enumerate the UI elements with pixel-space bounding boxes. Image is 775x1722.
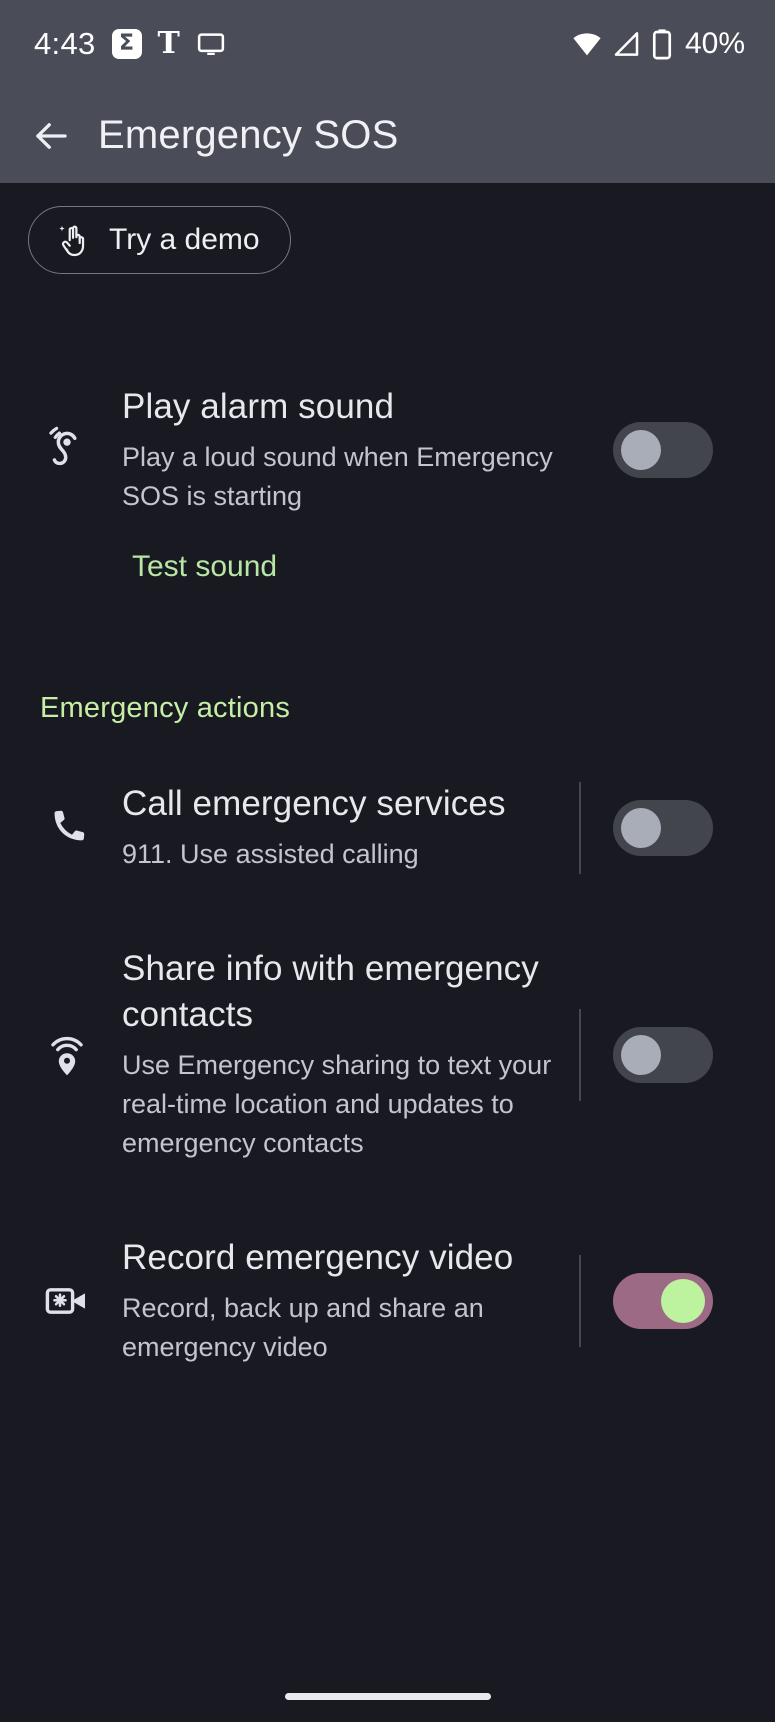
- wifi-icon: [571, 28, 603, 60]
- play-alarm-sound-toggle[interactable]: [613, 422, 713, 478]
- record-emergency-video-title: Record emergency video: [122, 1238, 514, 1277]
- phone-screen: 4:43 Σ T 40% Emergency SOS Try a demo Pl…: [0, 0, 775, 1722]
- share-info-subtitle: Use Emergency sharing to text your real-…: [122, 1050, 552, 1158]
- home-indicator[interactable]: [284, 1693, 491, 1700]
- battery-icon: [651, 28, 673, 60]
- row-divider: [579, 1008, 581, 1101]
- call-emergency-services-toggle[interactable]: [613, 799, 713, 856]
- toggle-knob: [661, 1279, 705, 1323]
- share-info-row[interactable]: Share info with emergency contacts Use E…: [0, 946, 775, 1163]
- toggle-knob: [621, 430, 661, 470]
- back-arrow-icon[interactable]: [30, 115, 72, 157]
- play-alarm-sound-control: [579, 384, 747, 516]
- call-emergency-services-subtitle: 911. Use assisted calling: [122, 839, 419, 869]
- settings-content: Try a demo Play alarm sound Play a loud …: [0, 183, 775, 1722]
- call-emergency-services-control: [579, 781, 747, 874]
- cellular-signal-icon: [612, 29, 642, 59]
- test-sound-link[interactable]: Test sound: [132, 550, 277, 583]
- call-emergency-services-title: Call emergency services: [122, 784, 506, 823]
- sigma-app-icon: Σ: [111, 29, 142, 59]
- toggle-knob: [621, 807, 661, 848]
- call-emergency-services-text: Call emergency services 911. Use assiste…: [98, 781, 579, 874]
- record-emergency-video-row[interactable]: Record emergency video Record, back up a…: [0, 1235, 775, 1367]
- share-info-toggle[interactable]: [613, 1026, 713, 1083]
- record-emergency-video-subtitle: Record, back up and share an emergency v…: [122, 1293, 484, 1362]
- battery-percent-label: 40%: [684, 27, 745, 60]
- cast-screen-icon: [196, 29, 226, 59]
- emergency-actions-section-header: Emergency actions: [40, 692, 291, 724]
- play-alarm-sound-text: Play alarm sound Play a loud sound when …: [98, 384, 579, 516]
- test-sound-row: Test sound: [0, 550, 775, 584]
- play-alarm-sound-row[interactable]: Play alarm sound Play a loud sound when …: [0, 384, 775, 516]
- record-emergency-video-control: [579, 1235, 747, 1367]
- emergency-video-camera-icon: [36, 1277, 98, 1325]
- location-broadcast-pin-icon: [36, 1031, 98, 1079]
- play-alarm-sound-title: Play alarm sound: [122, 387, 395, 426]
- page-title: Emergency SOS: [98, 113, 399, 157]
- try-demo-button[interactable]: Try a demo: [28, 206, 291, 274]
- share-info-control: [579, 946, 747, 1163]
- try-demo-row: Try a demo: [0, 183, 775, 274]
- status-bar-right: 40%: [571, 27, 745, 61]
- row-divider: [579, 781, 581, 874]
- magic-hand-gesture-icon: [55, 221, 93, 259]
- record-emergency-video-text: Record emergency video Record, back up a…: [98, 1235, 579, 1367]
- play-alarm-sound-subtitle: Play a loud sound when Emergency SOS is …: [122, 442, 553, 511]
- try-demo-label: Try a demo: [109, 223, 260, 256]
- status-bar: 4:43 Σ T 40%: [0, 0, 775, 88]
- nyt-app-icon: T: [157, 26, 180, 61]
- phone-call-icon: [36, 805, 98, 851]
- share-info-text: Share info with emergency contacts Use E…: [98, 946, 579, 1163]
- app-bar: Emergency SOS: [0, 88, 775, 183]
- record-emergency-video-toggle[interactable]: [613, 1273, 713, 1329]
- hearing-sound-icon: [36, 424, 98, 476]
- row-divider: [579, 1255, 581, 1347]
- toggle-knob: [621, 1034, 661, 1075]
- status-bar-clock: 4:43: [34, 26, 96, 61]
- status-bar-left: 4:43 Σ T: [34, 26, 226, 62]
- share-info-title: Share info with emergency contacts: [122, 949, 539, 1034]
- call-emergency-services-row[interactable]: Call emergency services 911. Use assiste…: [0, 781, 775, 874]
